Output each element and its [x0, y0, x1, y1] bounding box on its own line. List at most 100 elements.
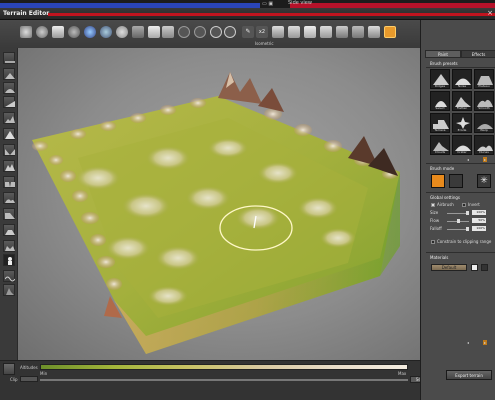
preset-plateau[interactable]: Plateau [474, 69, 494, 89]
material-options-button[interactable] [481, 264, 488, 271]
undo-icon[interactable] [178, 26, 190, 38]
divider [426, 67, 495, 68]
preset-dunes[interactable]: Dunes [474, 135, 494, 155]
flow-slider[interactable] [447, 219, 469, 223]
brush-icon[interactable] [320, 26, 332, 38]
layers-icon[interactable] [3, 363, 15, 375]
preset-select[interactable]: Select [430, 91, 450, 111]
orbit-icon[interactable] [36, 26, 48, 38]
preset-noise[interactable]: Noise [452, 69, 472, 89]
constrain-checkbox[interactable] [431, 240, 435, 244]
zoom-x2-button[interactable]: x2 [256, 26, 268, 38]
terrain-tools-column [0, 48, 18, 400]
clip-range-slider[interactable] [40, 379, 408, 381]
size-slider[interactable] [447, 211, 469, 215]
grid-icon[interactable] [272, 26, 284, 38]
preset-warp[interactable]: Warp [474, 113, 494, 133]
toolbar-caption: Isometric [255, 41, 274, 46]
zoom-out-icon[interactable] [224, 26, 236, 38]
brush-mode-paint[interactable] [431, 174, 445, 188]
preset-crater[interactable]: Crater [452, 135, 472, 155]
clip-toggle[interactable] [20, 376, 38, 382]
brush-mode-title: Brush mode [430, 166, 455, 171]
size-slider-knob[interactable] [466, 211, 469, 215]
altitude-panel: Altitudes Min Max Clip Set [0, 360, 428, 400]
snowflake-icon[interactable]: ✳ [477, 174, 491, 188]
altitude-gradient-bar[interactable] [40, 364, 408, 370]
preset-flatten[interactable]: Flatten [452, 91, 472, 111]
ruler-icon[interactable] [304, 26, 316, 38]
plateau-terrain-tool[interactable] [3, 224, 15, 236]
falloff-slider[interactable] [447, 227, 469, 231]
slope-terrain-tool[interactable] [3, 96, 15, 108]
presets-prev-button[interactable]: ◂ [467, 157, 469, 162]
falloff-slider-knob[interactable] [466, 227, 469, 231]
materials-title: Materials [430, 255, 449, 260]
tab-effects[interactable]: Effects [461, 50, 495, 58]
altitude-min-label: Min [40, 371, 48, 376]
preset-terrace[interactable]: Terrace [430, 113, 450, 133]
preset-ridges[interactable]: Ridges [430, 69, 450, 89]
peak-terrain-tool[interactable] [3, 128, 15, 140]
material-swatch[interactable] [471, 264, 478, 271]
redo-icon[interactable] [194, 26, 206, 38]
flow-slider-knob[interactable] [457, 219, 460, 223]
terrain-edit-icon[interactable] [384, 26, 396, 38]
crater-terrain-tool[interactable] [3, 240, 15, 252]
invert-checkbox[interactable] [462, 203, 466, 207]
panel-next-button[interactable]: ▸ [483, 340, 488, 345]
tab-paint[interactable]: Paint [425, 50, 461, 58]
wave-terrain-tool[interactable] [3, 270, 15, 282]
editor-title: Terrain Editor [3, 10, 50, 17]
size-value[interactable]: 100% [472, 210, 486, 215]
global-settings-title: Global settings [430, 195, 460, 200]
preset-erode[interactable]: Erode [452, 113, 472, 133]
close-button[interactable]: × [487, 9, 493, 17]
canyon-terrain-tool[interactable] [3, 176, 15, 188]
altitudes-label: Altitudes [20, 365, 38, 370]
frame-icon[interactable] [52, 26, 64, 38]
preset-clouds[interactable]: Clouds [430, 135, 450, 155]
world-icon[interactable] [100, 26, 112, 38]
brush-mode-pick[interactable] [449, 174, 463, 188]
sphere-icon[interactable] [68, 26, 80, 38]
cliff-terrain-tool[interactable] [3, 208, 15, 220]
camera-icon[interactable] [20, 26, 32, 38]
render-icon[interactable] [368, 26, 380, 38]
presets-next-button[interactable]: ▸ [483, 157, 488, 162]
constrain-label: Constrain to clipping range [437, 239, 492, 244]
zoom-in-icon[interactable] [210, 26, 222, 38]
view-icon[interactable] [288, 26, 300, 38]
valley-terrain-tool[interactable] [3, 144, 15, 156]
light-icon[interactable] [116, 26, 128, 38]
airbrush-label: Airbrush [437, 202, 454, 207]
hill-terrain-tool[interactable] [3, 68, 15, 80]
terrain-render[interactable] [18, 48, 420, 360]
dune-terrain-tool[interactable] [3, 192, 15, 204]
mountains-terrain-tool[interactable] [3, 160, 15, 172]
airbrush-checkbox[interactable] [431, 203, 435, 207]
ridge-terrain-tool[interactable] [3, 112, 15, 124]
erosion-terrain-tool[interactable] [3, 284, 15, 296]
preset-smooth[interactable]: Smooth [474, 91, 494, 111]
texture-icon[interactable] [336, 26, 348, 38]
paste-icon[interactable] [162, 26, 174, 38]
falloff-label: Falloff [430, 226, 442, 231]
material-selector[interactable]: Default [431, 264, 467, 271]
editor-title-bar: Terrain Editor × [0, 8, 495, 20]
terrain-viewport[interactable] [18, 48, 420, 360]
flow-value[interactable]: 50% [472, 218, 486, 223]
figure-tool[interactable] [3, 254, 15, 266]
globe-icon[interactable] [84, 26, 96, 38]
export-terrain-button[interactable]: Export terrain [446, 370, 492, 380]
falloff-value[interactable]: 100% [472, 226, 486, 231]
hand-icon[interactable] [132, 26, 144, 38]
panel-prev-button[interactable]: ◂ [467, 340, 469, 345]
window-controls[interactable]: ▭ ▣ [262, 1, 273, 7]
mound-terrain-tool[interactable] [3, 82, 15, 94]
pencil-icon[interactable]: ✎ [242, 26, 254, 38]
settings-icon[interactable] [352, 26, 364, 38]
copy-icon[interactable] [148, 26, 160, 38]
divider [426, 163, 495, 164]
flat-terrain-tool[interactable] [3, 52, 15, 64]
